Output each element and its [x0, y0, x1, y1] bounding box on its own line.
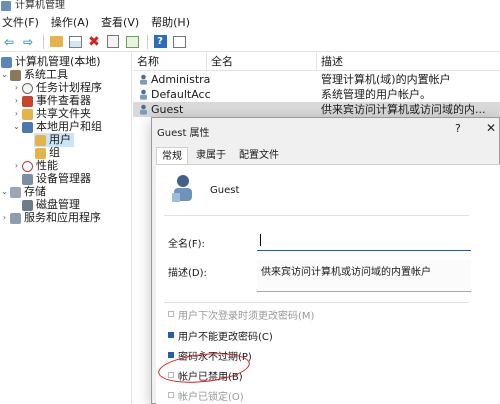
table-row[interactable]: Guest 供来宾访问计算机或访问域的内...	[133, 102, 500, 117]
dialog-title: Guest 属性	[157, 128, 210, 139]
delete-icon[interactable]: ✖	[86, 34, 102, 50]
cell-name: Guest	[151, 103, 184, 116]
cell-description: 管理计算机(域)的内置帐户	[321, 73, 451, 86]
user-icon	[140, 89, 147, 100]
column-header-fullname[interactable]: 全名	[207, 53, 317, 71]
forward-icon[interactable]: ⇨	[20, 34, 36, 50]
divider	[164, 302, 469, 303]
tree-item-disk-management[interactable]: 磁盘管理	[21, 198, 80, 212]
view-icon[interactable]	[171, 34, 187, 50]
chevron-right-icon[interactable]: ›	[12, 81, 21, 95]
close-button[interactable]: ✕	[486, 121, 496, 135]
back-icon[interactable]: ⇦	[1, 34, 17, 50]
cell-name: Administrator	[151, 73, 211, 86]
description-label: 描述(D):	[168, 268, 207, 279]
chevron-right-icon[interactable]: ›	[12, 94, 21, 108]
option-cannot-change-password[interactable]: 用户不能更改密码(C)	[168, 328, 273, 343]
navigation-tree: 计算机管理(本地) ⌄ 系统工具 › 任务计划程序 › 事件查看器 › 共享文件…	[0, 53, 132, 404]
tree-item-local-users-groups[interactable]: ⌄ 本地用户和组	[12, 120, 102, 134]
properties-icon[interactable]	[105, 34, 121, 50]
fullname-input[interactable]	[257, 231, 471, 251]
menu-file[interactable]: 文件(F)	[0, 14, 43, 32]
option-account-locked: 帐户已锁定(O)	[168, 388, 244, 403]
chevron-right-icon[interactable]: ›	[0, 211, 9, 225]
tab-profile[interactable]: 配置文件	[234, 147, 284, 165]
chevron-down-icon[interactable]: ⌄	[0, 185, 9, 199]
help-button[interactable]: ?	[455, 122, 461, 135]
tree-item-storage[interactable]: ⌄ 存储	[0, 185, 46, 199]
tree-item-shared-folders[interactable]: › 共享文件夹	[12, 107, 91, 121]
list-header: 名称 全名 描述	[133, 53, 500, 71]
user-icon	[140, 74, 147, 85]
cell-name: DefaultAcco...	[151, 88, 211, 101]
cell-description: 系统管理的用户帐户。	[321, 88, 431, 101]
toolbar: ⇦ ⇨ ✖ ?	[0, 32, 500, 52]
guest-properties-dialog: Guest 属性 ? ✕ 常规 隶属于 配置文件 Guest 全名(F): 描述…	[151, 117, 500, 404]
description-input[interactable]: 供来宾访问计算机或访问域的内置帐户	[257, 260, 471, 292]
up-folder-icon[interactable]	[48, 34, 64, 50]
tree-item-performance[interactable]: › 性能	[12, 159, 58, 173]
checkbox-checked-icon[interactable]	[168, 332, 174, 338]
tab-member-of[interactable]: 隶属于	[191, 147, 231, 165]
option-must-change-password: 用户下次登录时须更改密码(M)	[168, 307, 314, 322]
folder-icon	[35, 147, 46, 159]
fullname-label: 全名(F):	[168, 239, 205, 250]
show-hide-tree-icon[interactable]	[67, 34, 83, 50]
tree-item-computer-management[interactable]: 计算机管理(本地)	[0, 55, 101, 69]
window-title: 计算机管理	[15, 0, 65, 11]
tree-item-services-applications[interactable]: › 服务和应用程序	[0, 211, 101, 225]
title-bar: 计算机管理	[0, 0, 500, 14]
toolbar-separator	[43, 34, 44, 49]
column-header-description[interactable]: 描述	[317, 53, 500, 71]
disk-icon	[22, 199, 33, 211]
event-viewer-icon	[22, 95, 33, 107]
export-list-icon[interactable]	[124, 34, 140, 50]
tree-item-users[interactable]: 用户	[34, 133, 74, 147]
chevron-right-icon[interactable]: ›	[12, 159, 21, 173]
menu-bar: 文件(F) 操作(A) 查看(V) 帮助(H)	[0, 14, 500, 32]
chevron-right-icon[interactable]: ›	[12, 107, 21, 121]
username-label: Guest	[210, 185, 240, 196]
user-icon	[172, 175, 192, 202]
tree-item-event-viewer[interactable]: › 事件查看器	[12, 94, 91, 108]
checkbox-icon	[168, 311, 174, 317]
folder-icon	[35, 134, 46, 146]
chevron-down-icon[interactable]: ⌄	[0, 68, 9, 82]
toolbar-separator	[147, 34, 148, 49]
cell-description: 供来宾访问计算机或访问域的内...	[321, 103, 486, 116]
tab-general[interactable]: 常规	[156, 147, 188, 165]
help-icon[interactable]: ?	[152, 34, 168, 50]
menu-view[interactable]: 查看(V)	[99, 14, 143, 32]
menu-help[interactable]: 帮助(H)	[149, 14, 194, 32]
clock-icon	[22, 82, 33, 94]
chevron-down-icon[interactable]: ⌄	[12, 120, 21, 134]
menu-action[interactable]: 操作(A)	[49, 14, 93, 32]
divider	[164, 215, 469, 216]
users-icon	[22, 121, 33, 133]
text-caret	[260, 234, 261, 246]
tree-item-system-tools[interactable]: ⌄ 系统工具	[0, 68, 68, 82]
dialog-tabs: 常规 隶属于 配置文件	[156, 147, 287, 165]
column-header-name[interactable]: 名称	[133, 53, 207, 71]
storage-icon	[10, 186, 21, 198]
table-row[interactable]: DefaultAcco... 系统管理的用户帐户。	[133, 87, 500, 102]
tree-item-groups[interactable]: 组	[34, 146, 60, 160]
computer-management-icon	[1, 1, 11, 11]
general-tab-panel: Guest 全名(F): 描述(D): 供来宾访问计算机或访问域的内置帐户 用户…	[156, 164, 500, 404]
performance-icon	[22, 160, 33, 172]
tree-item-device-manager[interactable]: 设备管理器	[21, 172, 91, 186]
checkbox-icon	[168, 392, 174, 398]
computer-icon	[1, 56, 12, 68]
services-icon	[10, 212, 21, 224]
table-row[interactable]: Administrator 管理计算机(域)的内置帐户	[133, 72, 500, 87]
user-icon	[140, 104, 147, 115]
checkbox-checked-icon[interactable]	[168, 352, 174, 358]
device-manager-icon	[22, 173, 33, 185]
tools-icon	[10, 69, 21, 81]
tree-item-task-scheduler[interactable]: › 任务计划程序	[12, 81, 102, 95]
shared-folder-icon	[22, 108, 33, 120]
